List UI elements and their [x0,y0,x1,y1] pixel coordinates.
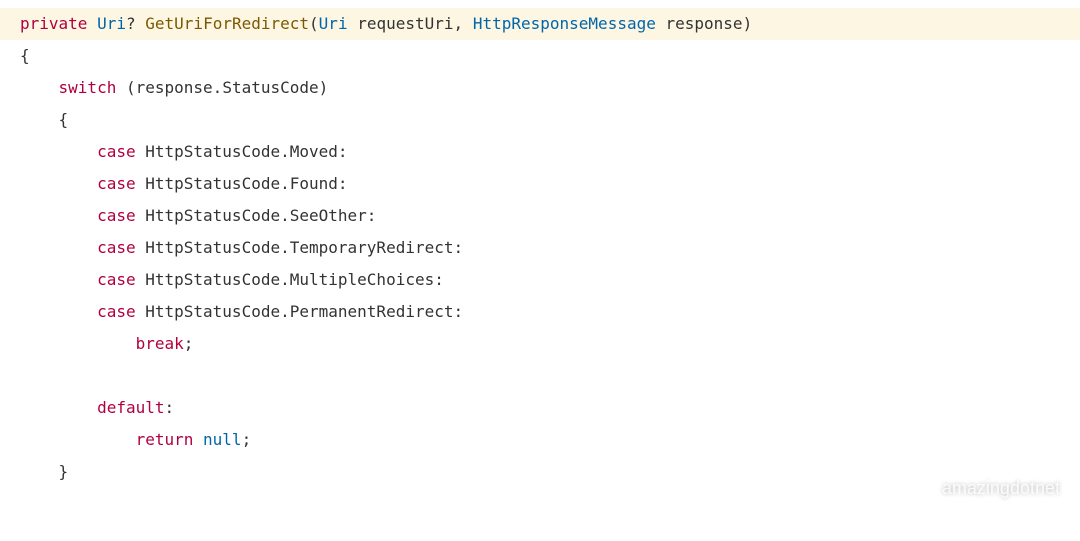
param-type-response: HttpResponseMessage [473,14,656,33]
param-requesturi: requestUri [357,14,453,33]
keyword-default: default [97,398,164,417]
code-line: } [20,456,1060,488]
param-response: response [666,14,743,33]
keyword-switch: switch [59,78,117,97]
nullable-q: ? [126,14,136,33]
watermark-text: amazingdotnet [942,470,1060,506]
keyword-return: return [136,430,194,449]
code-line-case: case HttpStatusCode.MultipleChoices: [20,264,1060,296]
code-line: { [20,104,1060,136]
code-line-blank [20,360,1060,392]
code-block: private Uri? GetUriForRedirect(Uri reque… [0,0,1080,496]
type-uri: Uri [97,14,126,33]
code-line-case: case HttpStatusCode.Found: [20,168,1060,200]
code-line-switch: switch (response.StatusCode) [20,72,1060,104]
code-line-case: case HttpStatusCode.TemporaryRedirect: [20,232,1060,264]
keyword-break: break [136,334,184,353]
code-line: { [20,40,1060,72]
method-name: GetUriForRedirect [145,14,309,33]
param-type-uri: Uri [319,14,348,33]
keyword-private: private [20,14,87,33]
code-line-break: break; [20,328,1060,360]
keyword-null: null [203,430,242,449]
code-line-default: default: [20,392,1060,424]
watermark: amazingdotnet [914,470,1060,506]
code-line-case: case HttpStatusCode.Moved: [20,136,1060,168]
code-line-case: case HttpStatusCode.PermanentRedirect: [20,296,1060,328]
code-line-return: return null; [20,424,1060,456]
wechat-icon [914,477,936,499]
code-line-signature: private Uri? GetUriForRedirect(Uri reque… [0,8,1080,40]
code-line-case: case HttpStatusCode.SeeOther: [20,200,1060,232]
